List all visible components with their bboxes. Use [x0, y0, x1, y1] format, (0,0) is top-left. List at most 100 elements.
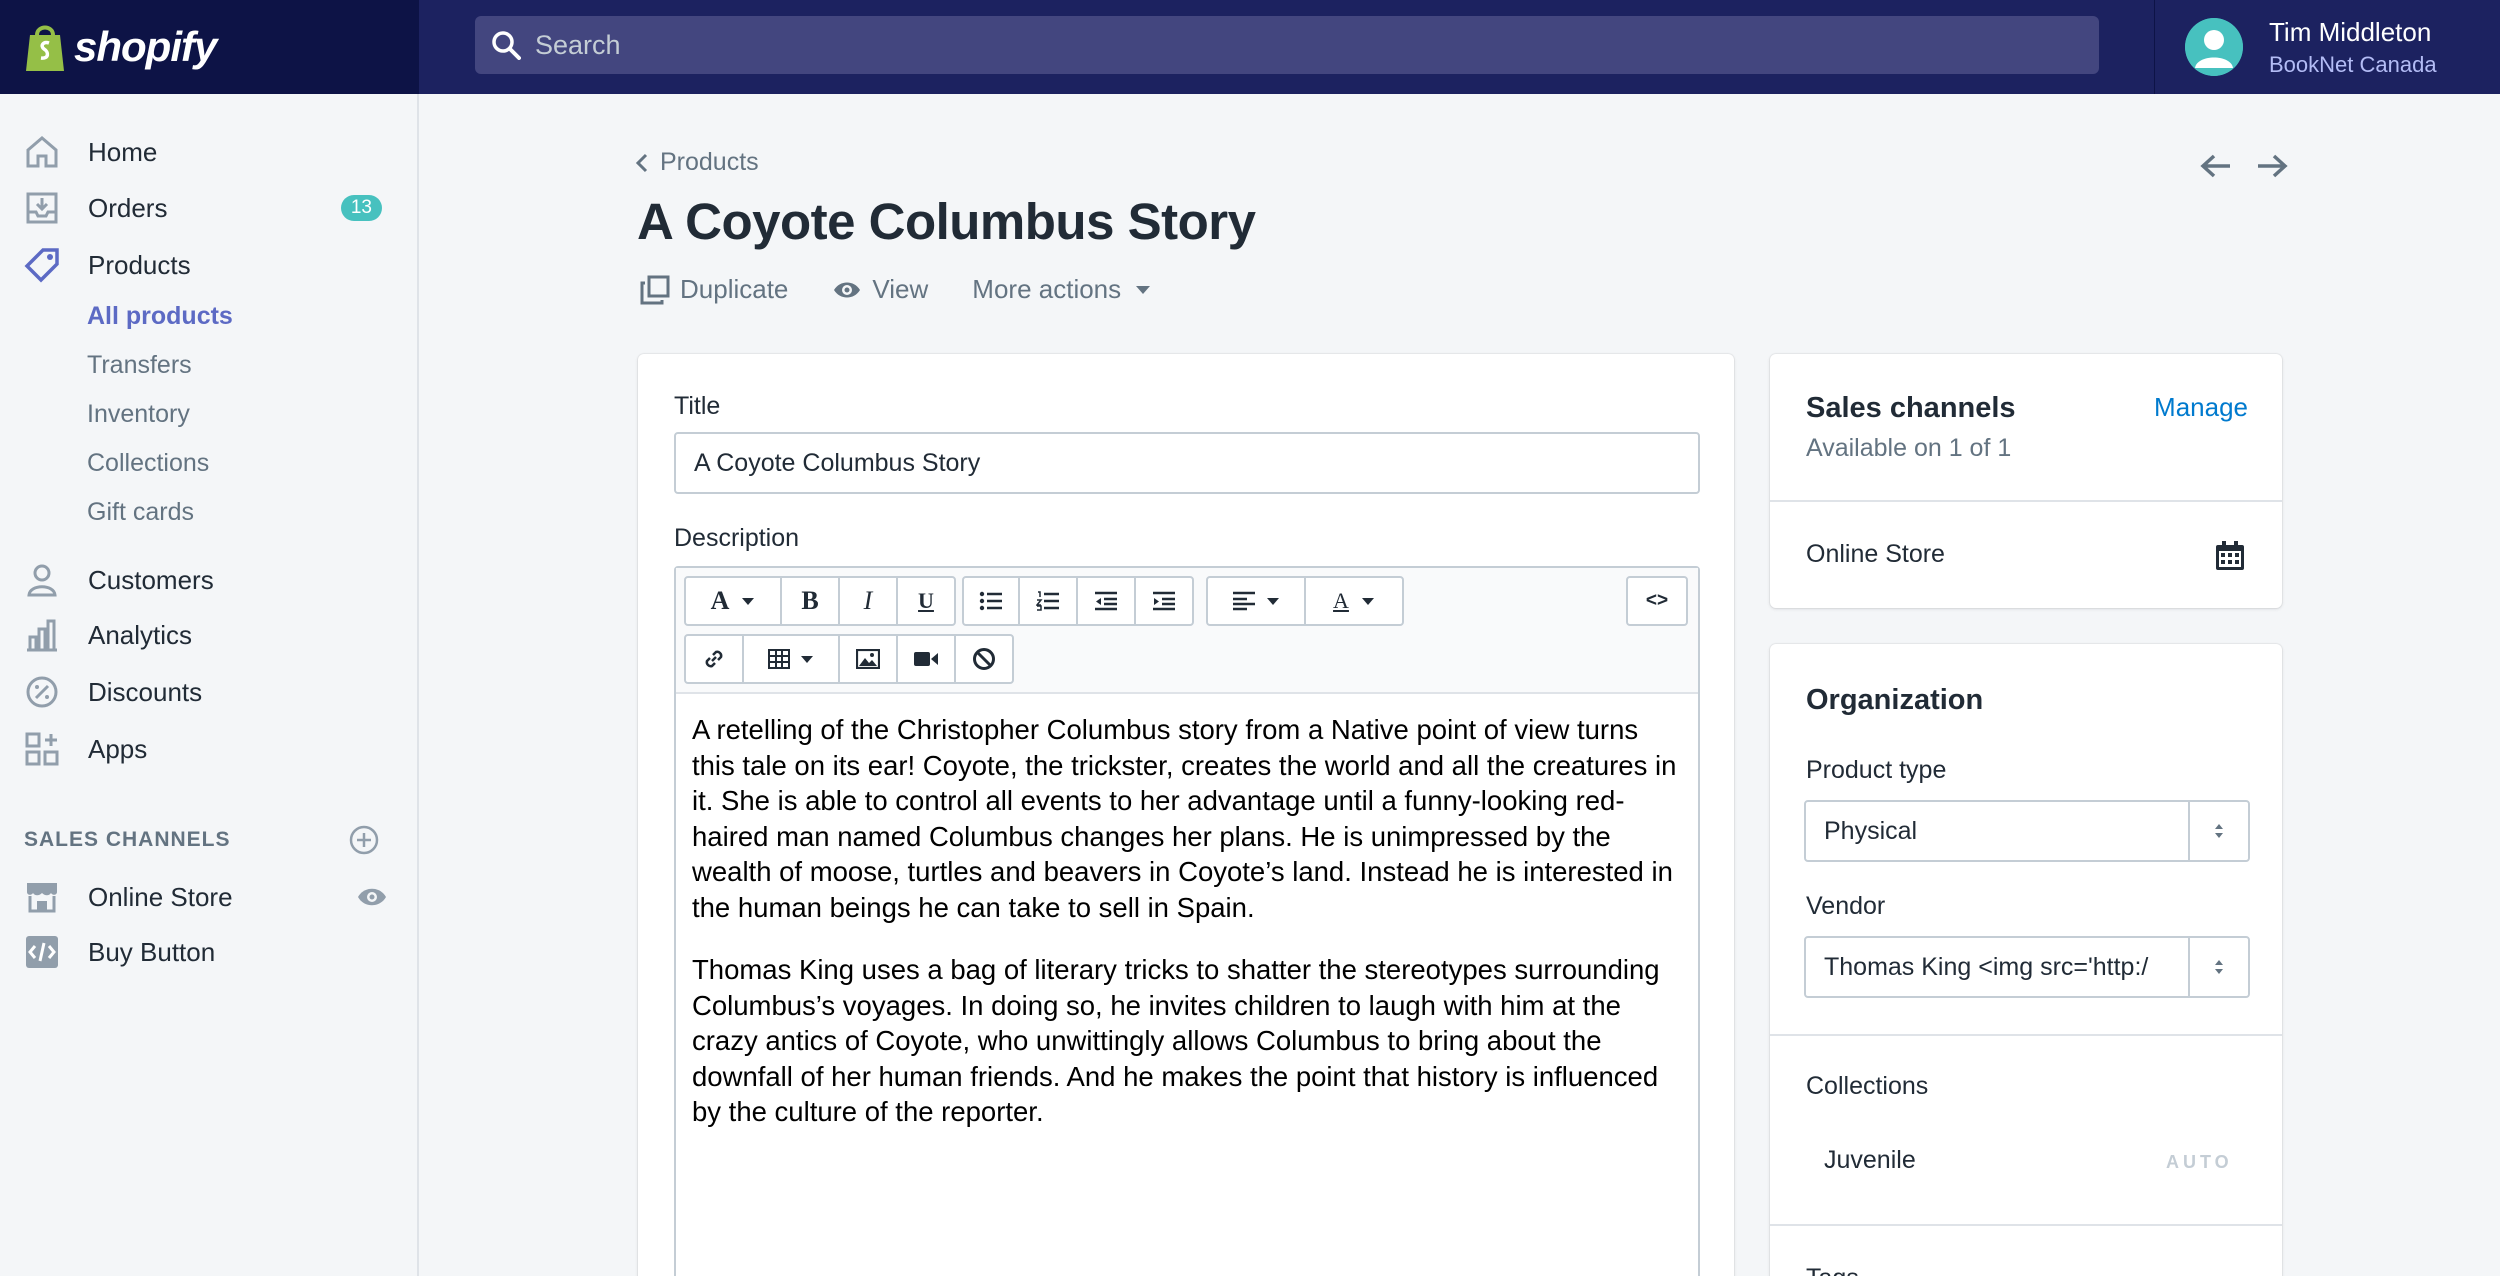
sidebar-item-customers[interactable]: Customers [22, 554, 392, 606]
clear-formatting-button[interactable] [956, 636, 1012, 682]
title-label: Title [674, 392, 721, 420]
search-bar[interactable] [475, 16, 2099, 74]
toolbar-group-html: <> [1626, 576, 1688, 626]
numbered-list-icon [1036, 591, 1059, 611]
bullet-list-button[interactable] [964, 578, 1020, 624]
page-actions: Duplicate View More actions [640, 274, 1195, 305]
select-arrows-icon [2188, 938, 2248, 996]
sidebar-subitem-gift-cards[interactable]: Gift cards [87, 498, 194, 527]
channel-online-store: Online Store [1806, 540, 1945, 568]
manage-channels-link[interactable]: Manage [2154, 392, 2248, 423]
caret-down-icon [742, 597, 755, 605]
next-product-button[interactable] [2252, 146, 2292, 186]
analytics-icon [22, 615, 62, 655]
more-actions-button[interactable]: More actions [972, 274, 1151, 305]
sidebar-item-orders[interactable]: Orders 13 [22, 182, 392, 234]
duplicate-button[interactable]: Duplicate [640, 274, 788, 305]
description-text[interactable]: A retelling of the Christopher Columbus … [692, 712, 1688, 1157]
insert-video-button[interactable] [898, 636, 956, 682]
sidebar: Home Orders 13 Products All products Tra… [0, 94, 419, 1276]
sidebar-item-label: Analytics [88, 619, 193, 650]
product-details-card: Title A Coyote Columbus Story Descriptio… [638, 354, 1734, 1276]
sidebar-item-label: Apps [88, 733, 148, 764]
underline-button[interactable]: U [898, 578, 954, 624]
sidebar-item-products[interactable]: Products [22, 239, 392, 291]
vendor-select[interactable]: Thomas King <img src='http:/ [1804, 936, 2250, 998]
view-button[interactable]: View [832, 274, 928, 305]
breadcrumb-products-link[interactable]: Products [660, 148, 759, 177]
font-style-dropdown[interactable]: A [686, 578, 782, 624]
view-store-eye-icon[interactable] [356, 886, 388, 908]
italic-button[interactable]: I [840, 578, 898, 624]
sidebar-item-analytics[interactable]: Analytics [22, 609, 392, 661]
html-toggle-button[interactable]: <> [1628, 578, 1686, 624]
orders-icon [22, 188, 62, 228]
product-type-select[interactable]: Physical [1804, 800, 2250, 862]
user-name: Tim Middleton [2269, 16, 2432, 47]
sidebar-item-online-store[interactable]: Online Store [22, 871, 392, 923]
sidebar-item-discounts[interactable]: Discounts [22, 666, 392, 718]
description-paragraph: Thomas King uses a bag of literary trick… [692, 954, 1660, 1127]
select-arrows-icon [2188, 802, 2248, 860]
organization-card: Organization Product type Physical Vendo… [1770, 644, 2282, 1276]
breadcrumb[interactable]: Products [632, 148, 759, 177]
chevron-left-icon [635, 153, 648, 172]
caret-down-icon [801, 655, 813, 663]
shop-name: BookNet Canada [2269, 51, 2437, 77]
sales-channels-card: Sales channels Manage Available on 1 of … [1770, 354, 2282, 608]
clear-formatting-icon [973, 648, 995, 670]
divider [1770, 1224, 2282, 1226]
add-channel-icon[interactable] [348, 824, 380, 856]
title-field[interactable]: A Coyote Columbus Story [674, 432, 1700, 494]
toolbar-group-insert [684, 634, 1014, 684]
table-icon [768, 649, 790, 669]
outdent-icon [1095, 591, 1117, 611]
products-tag-icon [22, 245, 62, 285]
sidebar-item-label: Orders [88, 192, 168, 223]
bullet-list-icon [979, 591, 1002, 611]
previous-product-button[interactable] [2196, 146, 2236, 186]
sidebar-item-apps[interactable]: Apps [22, 723, 392, 775]
numbered-list-button[interactable] [1020, 578, 1078, 624]
indent-icon [1153, 591, 1175, 611]
more-actions-label: More actions [972, 274, 1122, 304]
sidebar-item-label: Home [88, 136, 158, 167]
page-title: A Coyote Columbus Story [637, 193, 1256, 250]
shopify-logo[interactable]: shopify [0, 0, 419, 94]
insert-image-button[interactable] [840, 636, 898, 682]
user-menu[interactable]: Tim Middleton BookNet Canada [2154, 0, 2500, 94]
view-label: View [872, 274, 929, 304]
search-input[interactable] [535, 29, 2035, 61]
tags-label: Tags [1806, 1264, 1859, 1276]
calendar-icon[interactable] [2214, 540, 2246, 572]
collections-label: Collections [1806, 1072, 1929, 1100]
divider [1770, 500, 2282, 502]
indent-button[interactable] [1136, 578, 1192, 624]
sidebar-subitem-collections[interactable]: Collections [87, 449, 209, 478]
description-editor[interactable]: A B I U A <> A retelling of the Christop… [674, 566, 1700, 1276]
outdent-button[interactable] [1078, 578, 1136, 624]
sidebar-subitem-all-products[interactable]: All products [87, 302, 233, 331]
collection-item[interactable]: Juvenile [1824, 1146, 1916, 1175]
organization-title: Organization [1806, 684, 1984, 716]
insert-table-dropdown[interactable] [744, 636, 840, 682]
bold-button[interactable]: B [782, 578, 840, 624]
buy-button-icon [22, 932, 62, 972]
align-left-icon [1233, 591, 1255, 611]
sidebar-item-buy-button[interactable]: Buy Button [22, 926, 392, 978]
sales-channels-heading: SALES CHANNELS [24, 828, 231, 851]
product-type-value: Physical [1824, 816, 1918, 845]
align-dropdown[interactable] [1208, 578, 1306, 624]
description-label: Description [674, 524, 800, 552]
orders-count-badge: 13 [340, 195, 382, 221]
sidebar-item-home[interactable]: Home [22, 126, 392, 178]
sidebar-subitem-transfers[interactable]: Transfers [87, 351, 192, 380]
user-avatar-icon [2185, 18, 2243, 76]
text-color-dropdown[interactable]: A [1306, 578, 1402, 624]
discounts-icon [22, 672, 62, 712]
caret-down-icon [1361, 597, 1374, 605]
bold-icon: B [801, 586, 819, 615]
vendor-label: Vendor [1806, 892, 1886, 920]
sidebar-subitem-inventory[interactable]: Inventory [87, 400, 190, 429]
insert-link-button[interactable] [686, 636, 744, 682]
